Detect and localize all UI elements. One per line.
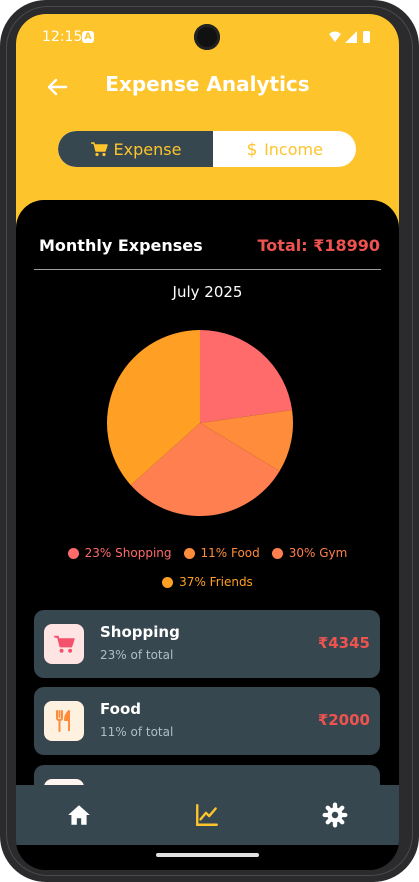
legend-dot [162, 576, 174, 588]
expense-income-toggle: Expense $ Income [58, 131, 356, 167]
legend-label: 11% Food [200, 546, 260, 560]
legend-item-friends: 37% Friends [162, 573, 253, 591]
cart-icon [54, 635, 75, 653]
tab-income[interactable]: $ Income [213, 131, 356, 167]
legend-dot [271, 547, 283, 559]
signal-icon [345, 31, 357, 43]
legend-dot [67, 547, 79, 559]
home-icon[interactable] [66, 802, 92, 828]
category-name: Shopping [100, 623, 180, 641]
tab-income-label: Income [264, 139, 323, 159]
category-name: Food [100, 700, 141, 718]
page-title: Expense Analytics [105, 72, 310, 96]
category-icon-box [44, 624, 84, 664]
legend-label: 30% Gym [288, 546, 348, 560]
svg-text:$: $ [247, 140, 258, 158]
category-amount: ₹4345 [317, 634, 370, 652]
category-percent: 11% of total [100, 725, 174, 739]
home-indicator[interactable] [156, 853, 259, 857]
tab-expense-label: Expense [113, 139, 182, 159]
total-amount: Total: ₹18990 [257, 236, 380, 255]
dollar-icon: $ [247, 140, 258, 158]
gear-icon[interactable] [322, 802, 348, 828]
wifi-icon [329, 31, 341, 42]
category-percent: 23% of total [100, 648, 174, 662]
category-card-shopping[interactable]: Shopping 23% of total ₹4345 [34, 610, 380, 678]
status-time: 12:15 [42, 29, 83, 45]
status-icons [329, 31, 370, 43]
phone-frame: 12:15 A Expense Analytics Expense $ Inco… [0, 0, 419, 882]
tab-expense[interactable]: Expense [58, 131, 213, 167]
category-icon-box [44, 701, 84, 741]
divider [34, 269, 381, 270]
bottom-navigation [16, 785, 399, 845]
notification-icon: A [82, 31, 94, 43]
cart-icon [90, 142, 108, 157]
category-amount: ₹2000 [317, 711, 370, 729]
month-label: July 2025 [172, 283, 243, 301]
legend-item-gym: 30% Gym [271, 544, 348, 562]
legend-item-shopping: 23% Shopping [67, 544, 172, 562]
category-card-food[interactable]: Food 11% of total ₹2000 [34, 687, 380, 755]
status-bar: 12:15 A [16, 14, 399, 60]
legend-label: 23% Shopping [84, 546, 172, 560]
chart-icon[interactable] [194, 802, 220, 828]
expense-pie-chart [107, 330, 293, 516]
chart-legend: 23% Shopping 11% Food 30% Gym 37% Friend… [16, 544, 399, 602]
back-arrow-icon[interactable] [44, 74, 70, 100]
fork-knife-icon [56, 710, 70, 732]
screen: 12:15 A Expense Analytics Expense $ Inco… [16, 14, 399, 870]
legend-label: 37% Friends [179, 575, 253, 589]
pie-slice-shopping [200, 330, 293, 423]
legend-item-food: 11% Food [183, 544, 260, 562]
battery-icon [363, 31, 370, 43]
monthly-expenses-title: Monthly Expenses [39, 236, 203, 255]
camera-cutout [194, 24, 220, 50]
legend-dot [183, 547, 195, 559]
